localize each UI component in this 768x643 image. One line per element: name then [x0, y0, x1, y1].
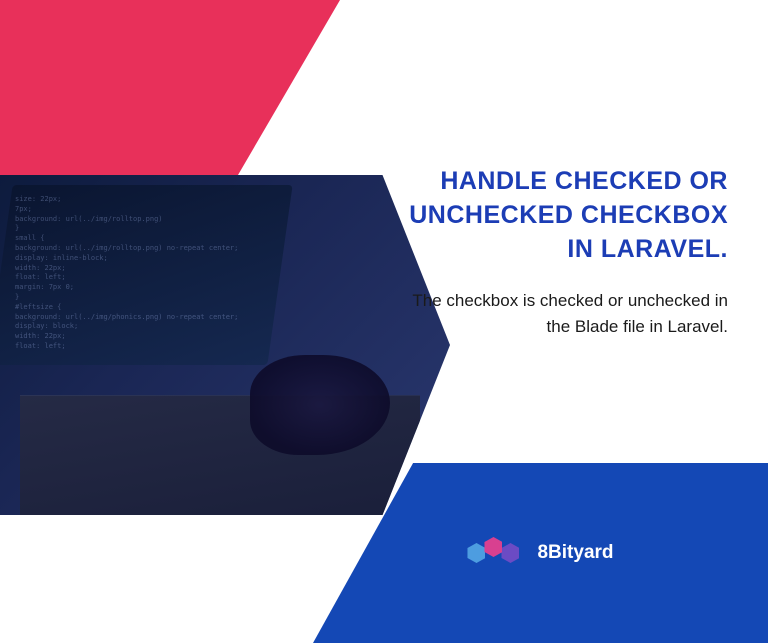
sub-heading: The checkbox is checked or unchecked in …	[398, 288, 728, 339]
code-display: size: 22px; 7px; background: url(../img/…	[15, 195, 255, 355]
promo-graphic: size: 22px; 7px; background: url(../img/…	[0, 0, 768, 643]
laptop-photo: size: 22px; 7px; background: url(../img/…	[0, 175, 450, 515]
brand-name: 8Bityard	[537, 542, 613, 564]
hex-shape	[501, 543, 519, 563]
pink-accent-shape	[0, 0, 340, 175]
text-content: HANDLE CHECKED OR UNCHECKED CHECKBOX IN …	[398, 165, 728, 339]
logo-icon	[467, 543, 519, 563]
hex-shape	[467, 543, 485, 563]
main-heading: HANDLE CHECKED OR UNCHECKED CHECKBOX IN …	[398, 165, 728, 266]
hex-shape	[484, 537, 502, 557]
